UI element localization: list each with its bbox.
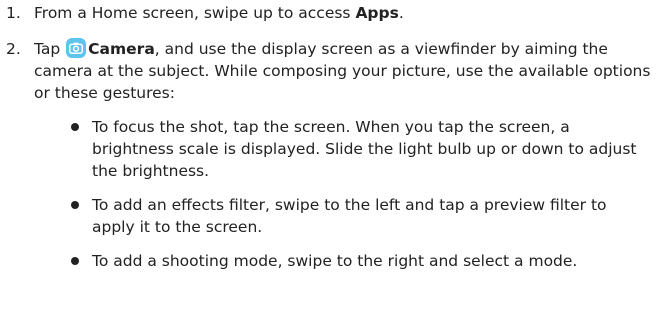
bullet-icon — [71, 201, 79, 209]
step-2: 2. Tap Camera, and use the display scree… — [0, 38, 661, 272]
list-item: To add an effects filter, swipe to the l… — [34, 194, 661, 238]
list-item-text: To add an effects filter, swipe to the l… — [92, 196, 607, 236]
camera-label: Camera — [88, 40, 155, 58]
step-1: 1. From a Home screen, swipe up to acces… — [0, 2, 661, 24]
apps-label: Apps — [355, 4, 399, 22]
list-item: To add a shooting mode, swipe to the rig… — [34, 250, 661, 272]
step-number: 1. — [6, 4, 21, 22]
list-item-text: To add a shooting mode, swipe to the rig… — [92, 252, 578, 270]
camera-app-icon — [66, 38, 87, 58]
step-text-prefix: From a Home screen, swipe up to access — [34, 4, 356, 22]
step-text: From a Home screen, swipe up to access A… — [34, 2, 661, 24]
instructions-document: 1. From a Home screen, swipe up to acces… — [0, 0, 661, 315]
list-item-text: To focus the shot, tap the screen. When … — [92, 118, 637, 180]
step-text-prefix: Tap — [34, 40, 66, 58]
step-text: Tap Camera, and use the display screen a… — [34, 38, 661, 104]
gesture-list: To focus the shot, tap the screen. When … — [34, 116, 661, 272]
step-number: 2. — [6, 40, 21, 58]
bullet-icon — [71, 123, 79, 131]
bullet-icon — [71, 257, 79, 265]
step-text-suffix: . — [398, 4, 404, 22]
list-item: To focus the shot, tap the screen. When … — [34, 116, 661, 182]
